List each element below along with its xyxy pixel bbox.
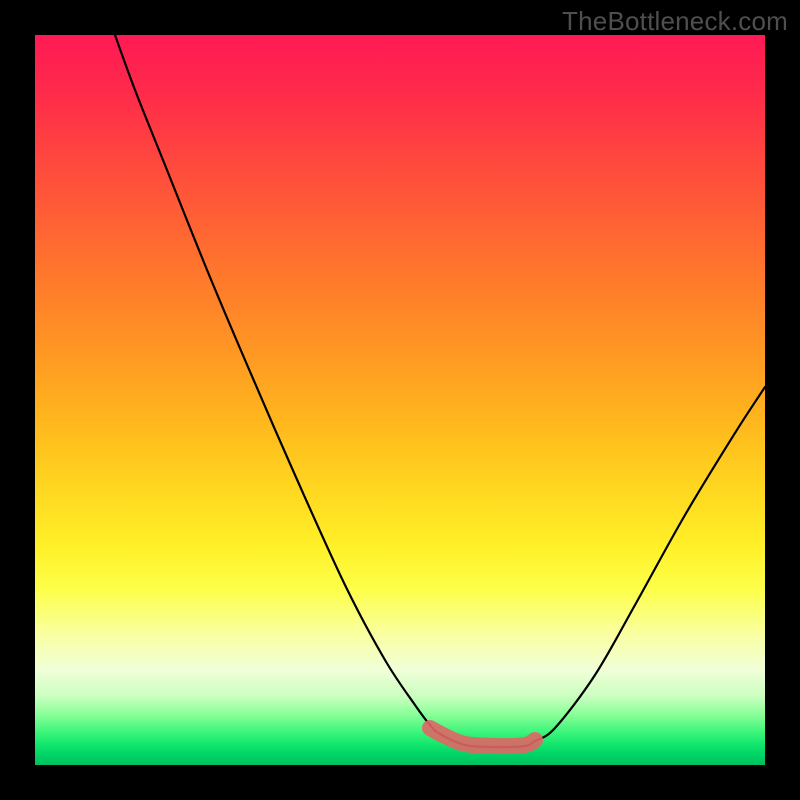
chart-svg [35,35,765,765]
response-curve [115,35,765,747]
chart-frame: TheBottleneck.com [0,0,800,800]
chart-plot-area [35,35,765,765]
highlight-band [430,728,535,746]
curve-group [115,35,765,747]
watermark-text: TheBottleneck.com [562,6,788,37]
